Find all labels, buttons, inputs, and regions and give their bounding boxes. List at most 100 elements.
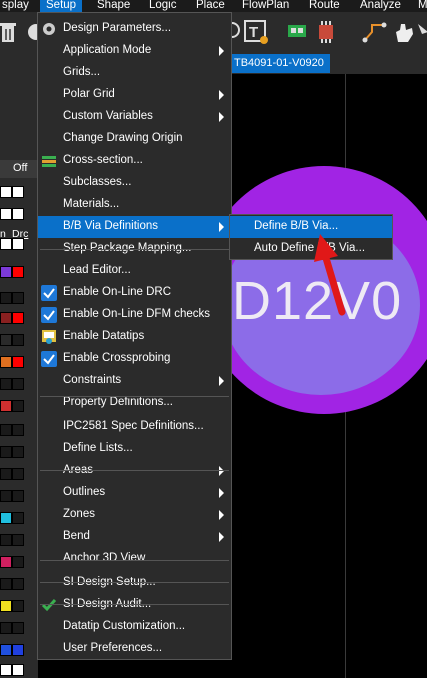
board-icon[interactable]: [286, 20, 312, 46]
setup-menu-item[interactable]: Enable On-Line DFM checks: [38, 304, 231, 326]
layer-drc-swatch[interactable]: [12, 186, 24, 198]
layer-color-swatch[interactable]: [0, 622, 12, 634]
layer-color-swatch[interactable]: [0, 644, 12, 656]
setup-menu-item[interactable]: User Preferences...: [38, 638, 231, 660]
layer-drc-swatch[interactable]: [12, 334, 24, 346]
submenu-arrow-icon: [219, 112, 224, 122]
setup-menu-item[interactable]: Design Parameters...: [38, 18, 231, 40]
menu-item-label: Zones: [63, 508, 95, 520]
hand-icon[interactable]: [392, 20, 418, 46]
layer-color-swatch[interactable]: [0, 266, 12, 278]
layer-drc-swatch[interactable]: [12, 490, 24, 502]
menu-analyze[interactable]: Analyze: [360, 0, 401, 12]
setup-menu-item[interactable]: B/B Via Definitions: [38, 216, 231, 238]
setup-menu-item[interactable]: Define Lists...: [38, 438, 231, 460]
menu-logic[interactable]: Logic: [149, 0, 177, 12]
layer-drc-swatch[interactable]: [12, 534, 24, 546]
layer-drc-swatch[interactable]: [12, 208, 24, 220]
setup-menu-item[interactable]: Application Mode: [38, 40, 231, 62]
layer-drc-swatch[interactable]: [12, 512, 24, 524]
setup-menu-item[interactable]: Grids...: [38, 62, 231, 84]
cursor-icon[interactable]: [418, 20, 427, 46]
menu-item-label: User Preferences...: [63, 642, 163, 654]
setup-menu-item[interactable]: SI Design Setup...: [38, 572, 231, 594]
layer-color-swatch[interactable]: [0, 400, 12, 412]
layer-drc-swatch[interactable]: [12, 400, 24, 412]
layer-drc-swatch[interactable]: [12, 468, 24, 480]
layer-drc-swatch[interactable]: [12, 600, 24, 612]
text-icon[interactable]: T: [244, 20, 270, 46]
setup-menu-item[interactable]: Outlines: [38, 482, 231, 504]
setup-menu-item[interactable]: Lead Editor...: [38, 260, 231, 282]
layer-color-swatch[interactable]: [0, 556, 12, 568]
layer-color-swatch[interactable]: [0, 312, 12, 324]
layer-drc-swatch[interactable]: [12, 378, 24, 390]
setup-menu-item[interactable]: IPC2581 Spec Definitions...: [38, 416, 231, 438]
layer-drc-swatch[interactable]: [12, 578, 24, 590]
menu-shape[interactable]: Shape: [97, 0, 130, 12]
layer-color-swatch[interactable]: [0, 534, 12, 546]
menu-item-label: Cross-section...: [63, 154, 143, 166]
layer-color-swatch[interactable]: [0, 208, 12, 220]
layer-drc-swatch[interactable]: [12, 664, 24, 676]
layer-drc-swatch[interactable]: [12, 446, 24, 458]
layer-color-swatch[interactable]: [0, 334, 12, 346]
menu-item-label: Custom Variables: [63, 110, 153, 122]
layer-drc-swatch[interactable]: [12, 622, 24, 634]
setup-menu-item[interactable]: Cross-section...: [38, 150, 231, 172]
layer-drc-swatch[interactable]: [12, 556, 24, 568]
layer-color-swatch[interactable]: [0, 424, 12, 436]
layer-color-swatch[interactable]: [0, 490, 12, 502]
chip-icon[interactable]: [314, 20, 340, 46]
menu-flowplan[interactable]: FlowPlan: [242, 0, 289, 12]
setup-menu-item[interactable]: Enable Crossprobing: [38, 348, 231, 370]
setup-menu-item[interactable]: Zones: [38, 504, 231, 526]
design-canvas[interactable]: D12V0: [232, 74, 427, 678]
setup-menu-item[interactable]: Custom Variables: [38, 106, 231, 128]
menu-item-label: Application Mode: [63, 44, 152, 56]
layer-drc-swatch[interactable]: [12, 312, 24, 324]
layer-color-swatch[interactable]: [0, 446, 12, 458]
setup-menu-item[interactable]: Enable On-Line DRC: [38, 282, 231, 304]
delete-icon[interactable]: [0, 20, 26, 46]
setup-menu-item[interactable]: SI Design Audit...: [38, 594, 231, 616]
checked-icon: [41, 285, 57, 301]
layer-color-swatch[interactable]: [0, 356, 12, 368]
setup-menu-item[interactable]: Change Drawing Origin: [38, 128, 231, 150]
setup-menu-item[interactable]: Materials...: [38, 194, 231, 216]
setup-menu-item[interactable]: Polar Grid: [38, 84, 231, 106]
layer-color-swatch[interactable]: [0, 186, 12, 198]
setup-menu-item[interactable]: Constraints: [38, 370, 231, 392]
submenu-arrow-icon: [219, 222, 224, 232]
menu-display[interactable]: splay: [0, 0, 31, 12]
layer-color-swatch[interactable]: [0, 378, 12, 390]
layer-color-swatch[interactable]: [0, 578, 12, 590]
layer-drc-swatch[interactable]: [12, 238, 24, 250]
layer-color-swatch[interactable]: [0, 468, 12, 480]
off-button[interactable]: Off: [0, 160, 38, 178]
menu-place[interactable]: Place: [196, 0, 225, 12]
menu-more[interactable]: M: [418, 0, 427, 12]
setup-menu-item[interactable]: Anchor 3D View: [38, 548, 231, 570]
setup-menu-item[interactable]: Subclasses...: [38, 172, 231, 194]
layer-color-swatch[interactable]: [0, 292, 12, 304]
setup-menu: Design Parameters... Application Mode Grid…: [37, 12, 232, 660]
setup-menu-item[interactable]: Datatip Customization...: [38, 616, 231, 638]
setup-menu-item[interactable]: Enable Datatips: [38, 326, 231, 348]
setup-menu-item[interactable]: Areas: [38, 460, 231, 482]
layer-drc-swatch[interactable]: [12, 644, 24, 656]
layer-drc-swatch[interactable]: [12, 266, 24, 278]
layer-color-swatch[interactable]: [0, 512, 12, 524]
gear-icon: [41, 21, 57, 37]
layer-color-swatch[interactable]: [0, 664, 12, 676]
layer-drc-swatch[interactable]: [12, 424, 24, 436]
menu-setup[interactable]: Setup: [40, 0, 83, 12]
layer-drc-swatch[interactable]: [12, 292, 24, 304]
layer-drc-swatch[interactable]: [12, 356, 24, 368]
menu-route[interactable]: Route: [309, 0, 340, 12]
route-icon[interactable]: [362, 20, 388, 46]
layer-color-swatch[interactable]: [0, 238, 12, 250]
layer-color-swatch[interactable]: [0, 600, 12, 612]
tab-design[interactable]: TB4091-01-V0920: [232, 54, 330, 73]
setup-menu-item[interactable]: Bend: [38, 526, 231, 548]
